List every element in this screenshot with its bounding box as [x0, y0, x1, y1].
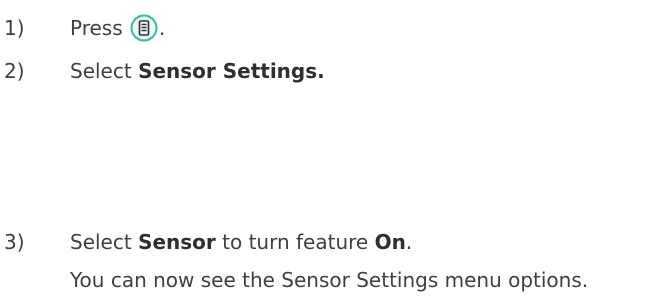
step-number: 2) — [4, 59, 25, 83]
step-3-bold-sensor: Sensor — [138, 230, 216, 254]
step-1-period: . — [159, 16, 166, 40]
step-3-bold-on: On — [374, 230, 406, 254]
step-number: 1) — [4, 16, 25, 40]
step-2-text-before: Select — [70, 59, 132, 83]
step-1-text-before: Press — [70, 16, 123, 40]
step-1-text: Press . — [70, 14, 165, 44]
step-3-text: Select Sensor to turn feature On. — [70, 228, 412, 256]
step-3-subtext: You can now see the Sensor Settings menu… — [70, 268, 589, 292]
step-3-text-middle: to turn feature — [222, 230, 369, 254]
step-3-text-before: Select — [70, 230, 132, 254]
step-3-period: . — [405, 230, 413, 254]
menu-button-icon — [130, 14, 158, 42]
step-number: 3) — [4, 230, 25, 254]
step-2-bold-text: Sensor Settings. — [138, 59, 325, 83]
step-2-text: Select Sensor Settings. — [70, 57, 325, 85]
